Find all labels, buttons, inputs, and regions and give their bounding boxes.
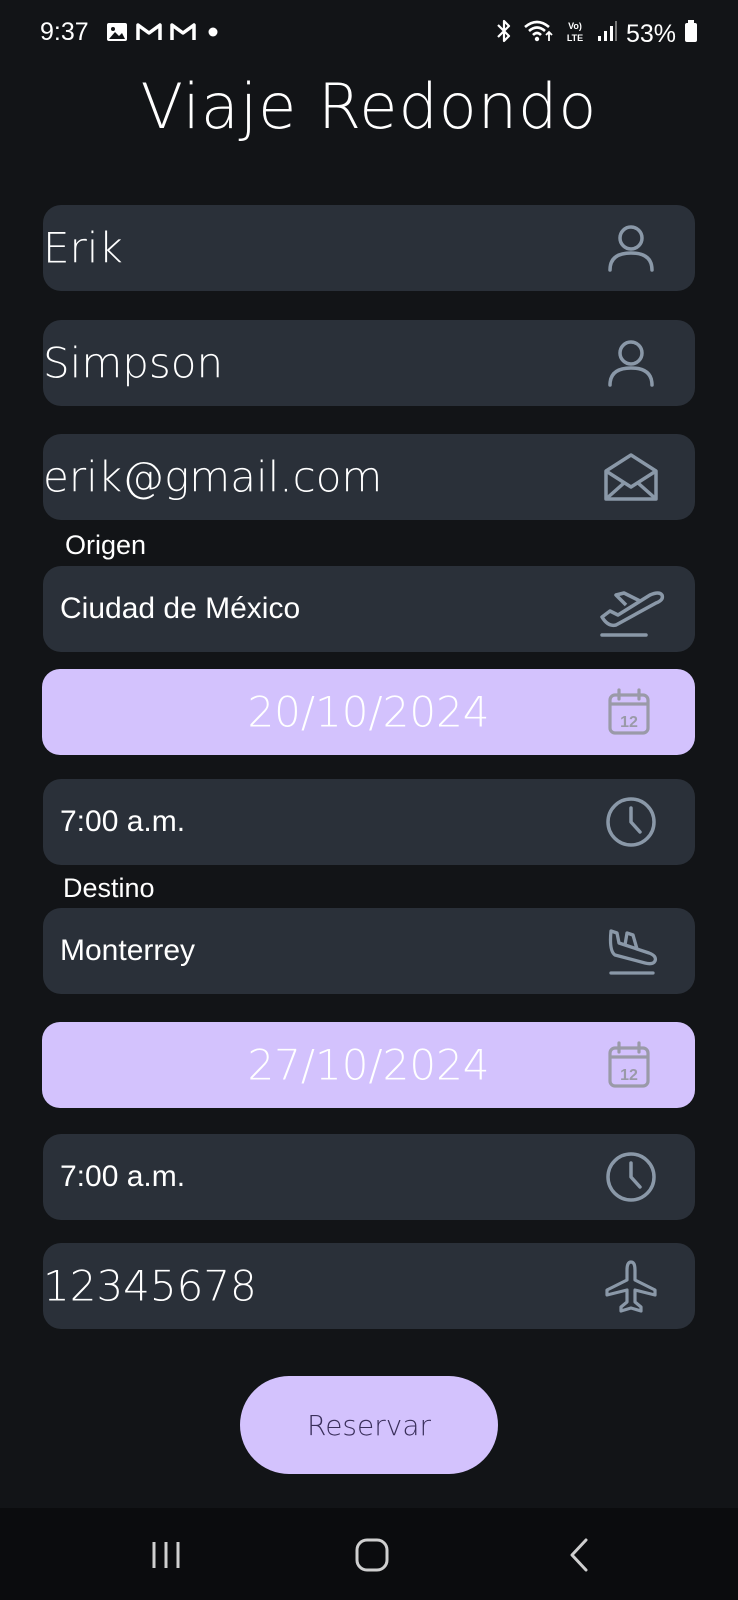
volte-icon: Vo) LTE <box>562 18 588 51</box>
status-time: 9:37 <box>40 18 89 46</box>
return-time-value: 7:00 a.m. <box>60 1160 186 1193</box>
email-field[interactable]: erik@gmail.com <box>43 434 695 520</box>
destination-city-field[interactable]: Monterrey <box>43 908 695 994</box>
back-icon <box>570 1538 588 1572</box>
calendar-icon: 12 <box>599 682 659 742</box>
status-bar: 9:37 Vo) LTE 53% <box>0 0 738 70</box>
recent-apps-icon <box>152 1542 180 1568</box>
first-name-field[interactable]: Erik <box>43 205 695 291</box>
back-button[interactable] <box>550 1530 610 1580</box>
envelope-icon <box>601 447 661 507</box>
dot-icon <box>203 20 223 48</box>
person-icon <box>601 218 661 278</box>
reserve-button[interactable]: Reservar <box>240 1376 498 1474</box>
flight-takeoff-icon <box>595 579 667 639</box>
svg-text:12: 12 <box>620 1067 638 1084</box>
departure-time-field[interactable]: 7:00 a.m. <box>43 779 695 865</box>
system-status: Vo) LTE 53% <box>494 18 698 51</box>
image-icon <box>105 20 129 48</box>
return-time-field[interactable]: 7:00 a.m. <box>43 1134 695 1220</box>
last-name-field[interactable]: Simpson <box>43 320 695 406</box>
booking-number-value: 12345678 <box>43 1261 257 1311</box>
last-name-value: Simpson <box>43 338 224 388</box>
person-icon <box>601 333 661 393</box>
bluetooth-icon <box>494 18 514 51</box>
home-icon <box>355 1538 389 1572</box>
destination-label: Destino <box>63 873 155 903</box>
origin-city-field[interactable]: Ciudad de México <box>43 566 695 652</box>
origin-city-value: Ciudad de México <box>60 592 301 625</box>
departure-time-value: 7:00 a.m. <box>60 805 186 838</box>
origin-label: Origen <box>65 530 147 560</box>
flight-landing-icon <box>601 921 661 981</box>
svg-text:12: 12 <box>620 714 638 731</box>
clock-icon <box>601 1147 661 1207</box>
svg-text:Vo): Vo) <box>568 21 582 31</box>
signal-icon <box>596 18 618 51</box>
departure-date-field[interactable]: 20/10/2024 12 <box>42 669 695 755</box>
battery-percent: 53% <box>625 20 676 48</box>
recent-apps-button[interactable] <box>136 1530 196 1580</box>
navigation-bar <box>0 1508 738 1600</box>
calendar-icon: 12 <box>599 1035 659 1095</box>
email-value: erik@gmail.com <box>43 452 383 502</box>
wifi-icon <box>522 18 554 51</box>
return-date-field[interactable]: 27/10/2024 12 <box>42 1022 695 1108</box>
home-button[interactable] <box>342 1530 402 1580</box>
airplane-icon <box>601 1256 661 1316</box>
page-title: Viaje Redondo <box>140 70 598 143</box>
destination-city-value: Monterrey <box>60 934 196 967</box>
gmail-icon <box>135 20 163 48</box>
notification-icons <box>105 19 223 49</box>
first-name-value: Erik <box>43 223 123 273</box>
svg-text:LTE: LTE <box>567 33 583 43</box>
return-date-value: 27/10/2024 <box>247 1040 490 1090</box>
gmail-icon <box>169 20 197 48</box>
battery-icon <box>684 18 698 51</box>
clock-icon <box>601 792 661 852</box>
departure-date-value: 20/10/2024 <box>247 687 490 737</box>
booking-number-field[interactable]: 12345678 <box>43 1243 695 1329</box>
